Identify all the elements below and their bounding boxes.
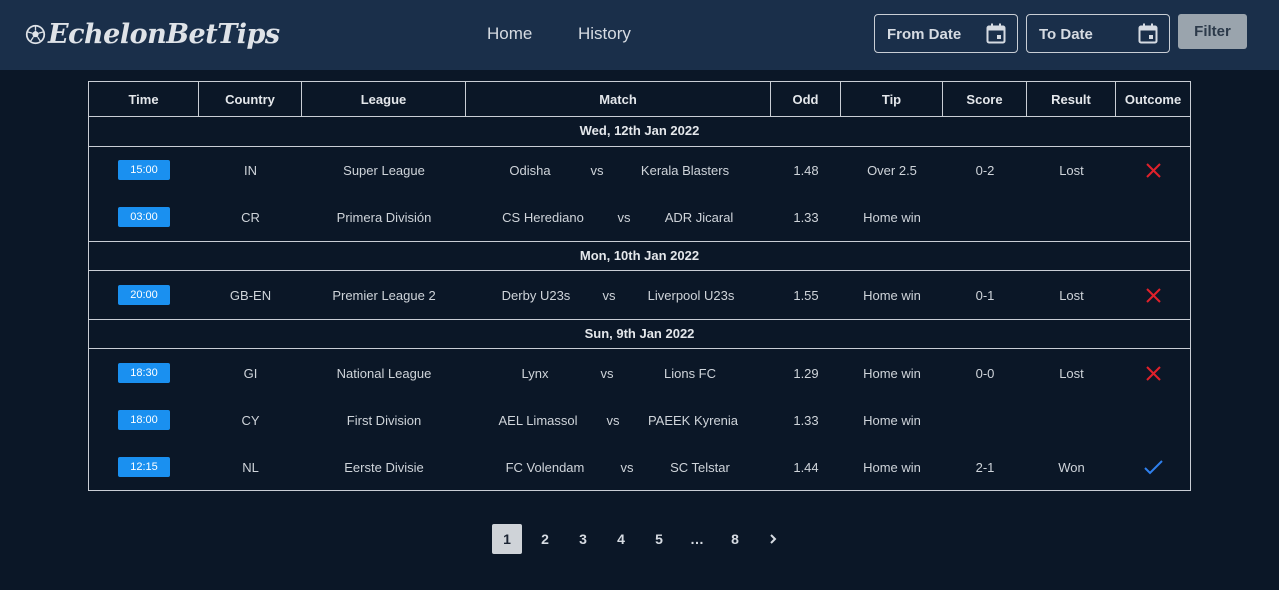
score-cell: 0-2	[975, 163, 995, 178]
from-date-field[interactable]: From Date	[874, 14, 1018, 53]
from-date-label: From Date	[887, 26, 962, 43]
score-cell	[943, 194, 1027, 241]
table-row[interactable]: 20:00 GB-EN Premier League 2 1.55 Home win 0-…	[89, 272, 1190, 319]
country-cell: CR	[241, 210, 260, 225]
table-row[interactable]: 18:30 GI National League 1.29 Home win 0-0 Los…	[89, 350, 1190, 397]
logo-text: EchelonBetTips	[48, 18, 280, 50]
league-cell: Eerste Divisie	[344, 460, 424, 475]
top-header: EchelonBetTips Home History From Date To…	[0, 0, 1279, 70]
away-team: Liverpool U23s	[647, 288, 735, 303]
cross-icon	[1146, 288, 1161, 303]
away-team: PAEEK Kyrenia	[647, 413, 739, 428]
calendar-icon[interactable]	[1138, 23, 1158, 44]
date-group-header: Mon, 10th Jan 2022	[89, 241, 1190, 271]
country-cell: CY	[241, 413, 260, 428]
cross-icon	[1146, 163, 1161, 178]
tip-cell: Home win	[863, 460, 921, 475]
odd-cell: 1.55	[793, 288, 819, 303]
away-team: ADR Jicaral	[664, 210, 734, 225]
table-row[interactable]: 12:15 NL Eerste Divisie 1.44 Home win 2-1 Won F…	[89, 444, 1190, 491]
tip-cell: Over 2.5	[867, 163, 917, 178]
soccer-ball-icon	[25, 24, 46, 44]
league-cell: First Division	[346, 413, 422, 428]
country-cell: GB-EN	[229, 288, 272, 303]
away-team: Kerala Blasters	[640, 163, 730, 178]
time-badge: 12:15	[118, 457, 170, 477]
time-badge: 18:00	[118, 410, 170, 430]
result-cell: Lost	[1059, 163, 1084, 178]
page-8[interactable]: 8	[720, 524, 750, 554]
table-header: Time Country League Match Odd Tip Score …	[89, 82, 1190, 117]
column-header-league: League	[302, 82, 466, 117]
time-badge: 20:00	[118, 285, 170, 305]
column-header-time: Time	[89, 82, 199, 117]
league-cell: Super League	[343, 163, 425, 178]
table-row[interactable]: 15:00 IN Super League 1.48 Over 2.5 0-2 Lost Od…	[89, 147, 1190, 194]
column-header-score: Score	[943, 82, 1027, 117]
result-cell: Won	[1058, 460, 1085, 475]
odd-cell: 1.44	[793, 460, 819, 475]
time-badge: 03:00	[118, 207, 170, 227]
page-2[interactable]: 2	[530, 524, 560, 554]
score-cell: 2-1	[975, 460, 995, 475]
away-team: SC Telstar	[670, 460, 730, 475]
to-date-label: To Date	[1039, 26, 1093, 43]
page-1[interactable]: 1	[492, 524, 522, 554]
cross-icon	[1146, 366, 1161, 381]
column-header-outcome: Outcome	[1124, 92, 1182, 107]
tip-cell: Home win	[863, 288, 921, 303]
column-header-tip: Tip	[841, 82, 943, 117]
odd-cell: 1.29	[793, 366, 819, 381]
country-cell: IN	[244, 163, 257, 178]
table-row[interactable]: 03:00 CR Primera División 1.33 Home win CS He…	[89, 194, 1190, 241]
result-cell: Lost	[1059, 288, 1084, 303]
logo[interactable]: EchelonBetTips	[25, 14, 280, 54]
score-cell: 0-1	[975, 288, 995, 303]
tip-cell: Home win	[863, 210, 921, 225]
column-header-country: Country	[199, 82, 302, 117]
nav-history[interactable]: History	[578, 24, 631, 44]
country-cell: GI	[243, 366, 258, 381]
table-row[interactable]: 18:00 CY First Division 1.33 Home win AEL Lim…	[89, 397, 1190, 444]
date-group-header: Wed, 12th Jan 2022	[89, 117, 1190, 147]
tip-cell: Home win	[863, 366, 921, 381]
odd-cell: 1.48	[793, 163, 819, 178]
chevron-right-icon[interactable]	[758, 524, 788, 554]
page-3[interactable]: 3	[568, 524, 598, 554]
date-group-header: Sun, 9th Jan 2022	[89, 319, 1190, 349]
result-cell	[1027, 397, 1116, 444]
column-header-result: Result	[1027, 82, 1116, 117]
league-cell: Primera División	[336, 210, 432, 225]
odd-cell: 1.33	[793, 210, 819, 225]
odd-cell: 1.33	[793, 413, 819, 428]
nav-home[interactable]: Home	[487, 24, 532, 44]
calendar-icon[interactable]	[986, 23, 1006, 44]
check-icon	[1144, 460, 1163, 475]
filter-button[interactable]: Filter	[1178, 14, 1247, 49]
league-cell: National League	[336, 366, 432, 381]
league-cell: Premier League 2	[332, 288, 436, 303]
tips-table: Time Country League Match Odd Tip Score …	[88, 81, 1191, 491]
country-cell: NL	[242, 460, 259, 475]
tip-cell: Home win	[863, 413, 921, 428]
result-cell	[1027, 194, 1116, 241]
score-cell: 0-0	[975, 366, 995, 381]
result-cell: Lost	[1059, 366, 1084, 381]
time-badge: 15:00	[118, 160, 170, 180]
column-header-match: Match	[466, 82, 771, 117]
page-4[interactable]: 4	[606, 524, 636, 554]
score-cell	[943, 397, 1027, 444]
page-5[interactable]: 5	[644, 524, 674, 554]
column-header-odd: Odd	[771, 82, 841, 117]
page-ellipsis: …	[690, 531, 704, 547]
time-badge: 18:30	[118, 363, 170, 383]
to-date-field[interactable]: To Date	[1026, 14, 1170, 53]
away-team: Lions FC	[663, 366, 717, 381]
